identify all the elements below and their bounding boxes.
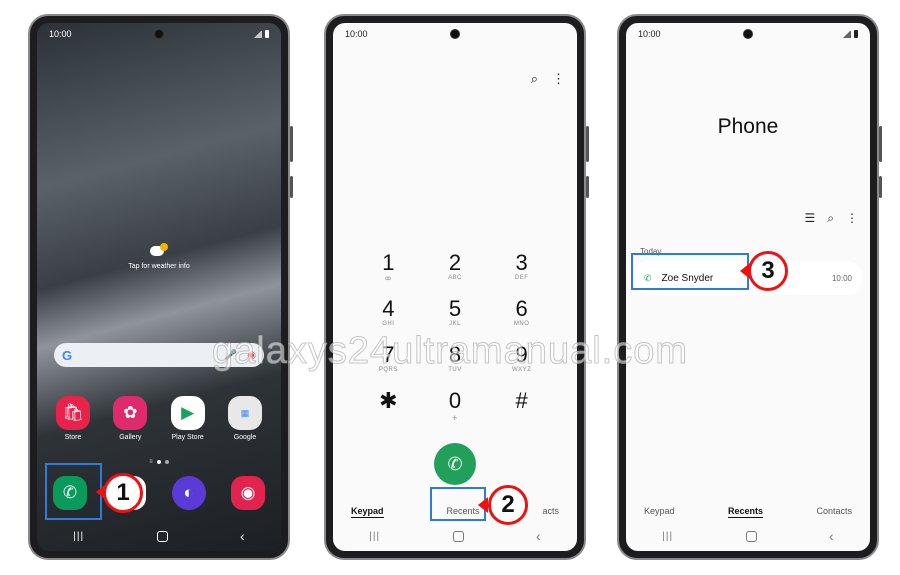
status-time: 10:00 (638, 29, 661, 39)
search-icon[interactable]: ⌕ (531, 71, 538, 87)
app-play-store[interactable]: ▶ Play Store (168, 396, 208, 441)
google-logo-icon: G (62, 347, 73, 363)
status-time: 10:00 (49, 29, 72, 39)
key-0[interactable]: 0 + (422, 389, 489, 424)
app-google-folder[interactable]: ▦ Google (225, 396, 265, 441)
key-star[interactable]: ✱ (355, 389, 422, 423)
more-options-icon[interactable]: ⋮ (552, 71, 565, 87)
home-icon[interactable] (452, 530, 464, 542)
recent-apps-icon[interactable]: ||| (662, 531, 673, 542)
app-store[interactable]: 🛍 Store (53, 396, 93, 441)
status-time: 10:00 (345, 29, 368, 39)
key-hash[interactable]: # (488, 389, 555, 423)
keypad-screen: 10:00 ⌕ ⋮ 1ꝏ 2 ABC 3 DEF 4 GHI 5 JKL 6 MNO 7P… (333, 23, 577, 551)
phone-tabs: Keypad Recents Contacts (644, 506, 852, 518)
key-6[interactable]: 6 MNO (488, 297, 555, 331)
phone-keypad-screen: 10:00 ⌕ ⋮ 1ꝏ 2 ABC 3 DEF 4 GHI 5 JKL 6 MNO 7P… (324, 14, 589, 560)
step-3-badge: 3 (748, 251, 788, 291)
step-2-badge: 2 (488, 485, 528, 525)
mic-icon[interactable]: 🎤 (225, 350, 237, 361)
step-2-arrow (478, 497, 488, 513)
home-icon[interactable] (156, 530, 168, 542)
app-gallery[interactable]: ✿ Gallery (110, 396, 150, 441)
battery-icon (854, 30, 858, 38)
google-folder-icon: ▦ (227, 396, 262, 430)
search-icon[interactable]: ⌕ (827, 211, 834, 226)
camera-icon[interactable]: ◉ (230, 476, 265, 510)
page-dot (156, 460, 161, 464)
dial-keypad: 1ꝏ 2 ABC 3 DEF 4 GHI 5 JKL 6 MNO 7 PQRS 8 TUV 9… (355, 251, 555, 424)
tab-contacts[interactable]: Contacts (816, 506, 852, 518)
back-icon[interactable]: ‹ (829, 528, 834, 544)
key-2[interactable]: 2 ABC (422, 251, 489, 285)
app-label: Play Store (171, 434, 204, 441)
key-5[interactable]: 5 JKL (422, 297, 489, 331)
lens-icon[interactable]: ◉ (247, 350, 256, 361)
tab-recents[interactable]: Recents (727, 506, 763, 518)
more-options-icon[interactable]: ⋮ (846, 211, 858, 226)
filter-icon[interactable]: ☰ (805, 211, 816, 226)
navigation-bar: ||| ‹ (626, 521, 870, 551)
camera-cutout (154, 29, 164, 39)
tab-contacts[interactable]: acts (542, 506, 559, 518)
weather-widget[interactable]: Tap for weather info (37, 243, 281, 270)
page-dot (164, 460, 169, 464)
key-4[interactable]: 4 GHI (355, 297, 422, 331)
app-label: Store (64, 434, 82, 441)
back-icon[interactable]: ‹ (536, 528, 541, 544)
shopping-bag-icon: 🛍 (56, 396, 90, 430)
home-icon[interactable] (745, 530, 757, 542)
key-1[interactable]: 1ꝏ (355, 251, 422, 285)
tab-keypad[interactable]: Keypad (644, 506, 675, 518)
menu-lines-icon: ≡ (149, 459, 153, 465)
step-1-highlight (45, 463, 102, 520)
call-button[interactable]: ✆ (434, 443, 476, 485)
battery-icon (265, 30, 269, 38)
recents-actions: ☰ ⌕ ⋮ (805, 211, 859, 226)
back-icon[interactable]: ‹ (240, 528, 245, 544)
key-9[interactable]: 9 WXYZ (488, 343, 555, 377)
call-time: 10:00 (831, 273, 852, 283)
weather-label: Tap for weather info (128, 263, 190, 270)
signal-icon (843, 30, 851, 38)
system-icons (843, 30, 858, 38)
internet-icon[interactable]: ◐ (171, 476, 206, 510)
recent-apps-icon[interactable]: ||| (369, 531, 380, 542)
step-3-highlight (631, 253, 749, 290)
key-8[interactable]: 8 TUV (422, 343, 489, 377)
system-icons (254, 30, 269, 38)
flower-icon: ✿ (113, 396, 148, 430)
camera-cutout (743, 29, 753, 39)
phone-icon: ✆ (447, 453, 463, 474)
key-7[interactable]: 7 PQRS (355, 343, 422, 377)
app-label: Google (233, 434, 257, 441)
step-1-badge: 1 (103, 473, 143, 513)
app-grid: 🛍 Store ✿ Gallery ▶ Play Store ▦ Google (53, 396, 265, 441)
app-label: Gallery (119, 434, 142, 441)
key-3[interactable]: 3 DEF (488, 251, 555, 285)
weather-icon (150, 243, 168, 257)
camera-cutout (450, 29, 460, 39)
keypad-actions: ⌕ ⋮ (531, 71, 565, 87)
page-title: Phone (717, 115, 779, 138)
signal-icon (254, 30, 262, 38)
recent-apps-icon[interactable]: ||| (73, 531, 84, 542)
play-icon: ▶ (170, 396, 205, 430)
navigation-bar: ||| ‹ (333, 521, 577, 551)
google-search-bar[interactable]: G 🎤 ◉ (54, 343, 264, 367)
tutorial-stage: 10:00 Tap for weather info G 🎤 ◉ 🛍 Store … (0, 0, 900, 575)
navigation-bar: ||| ‹ (37, 521, 281, 551)
tab-keypad[interactable]: Keypad (351, 506, 384, 518)
